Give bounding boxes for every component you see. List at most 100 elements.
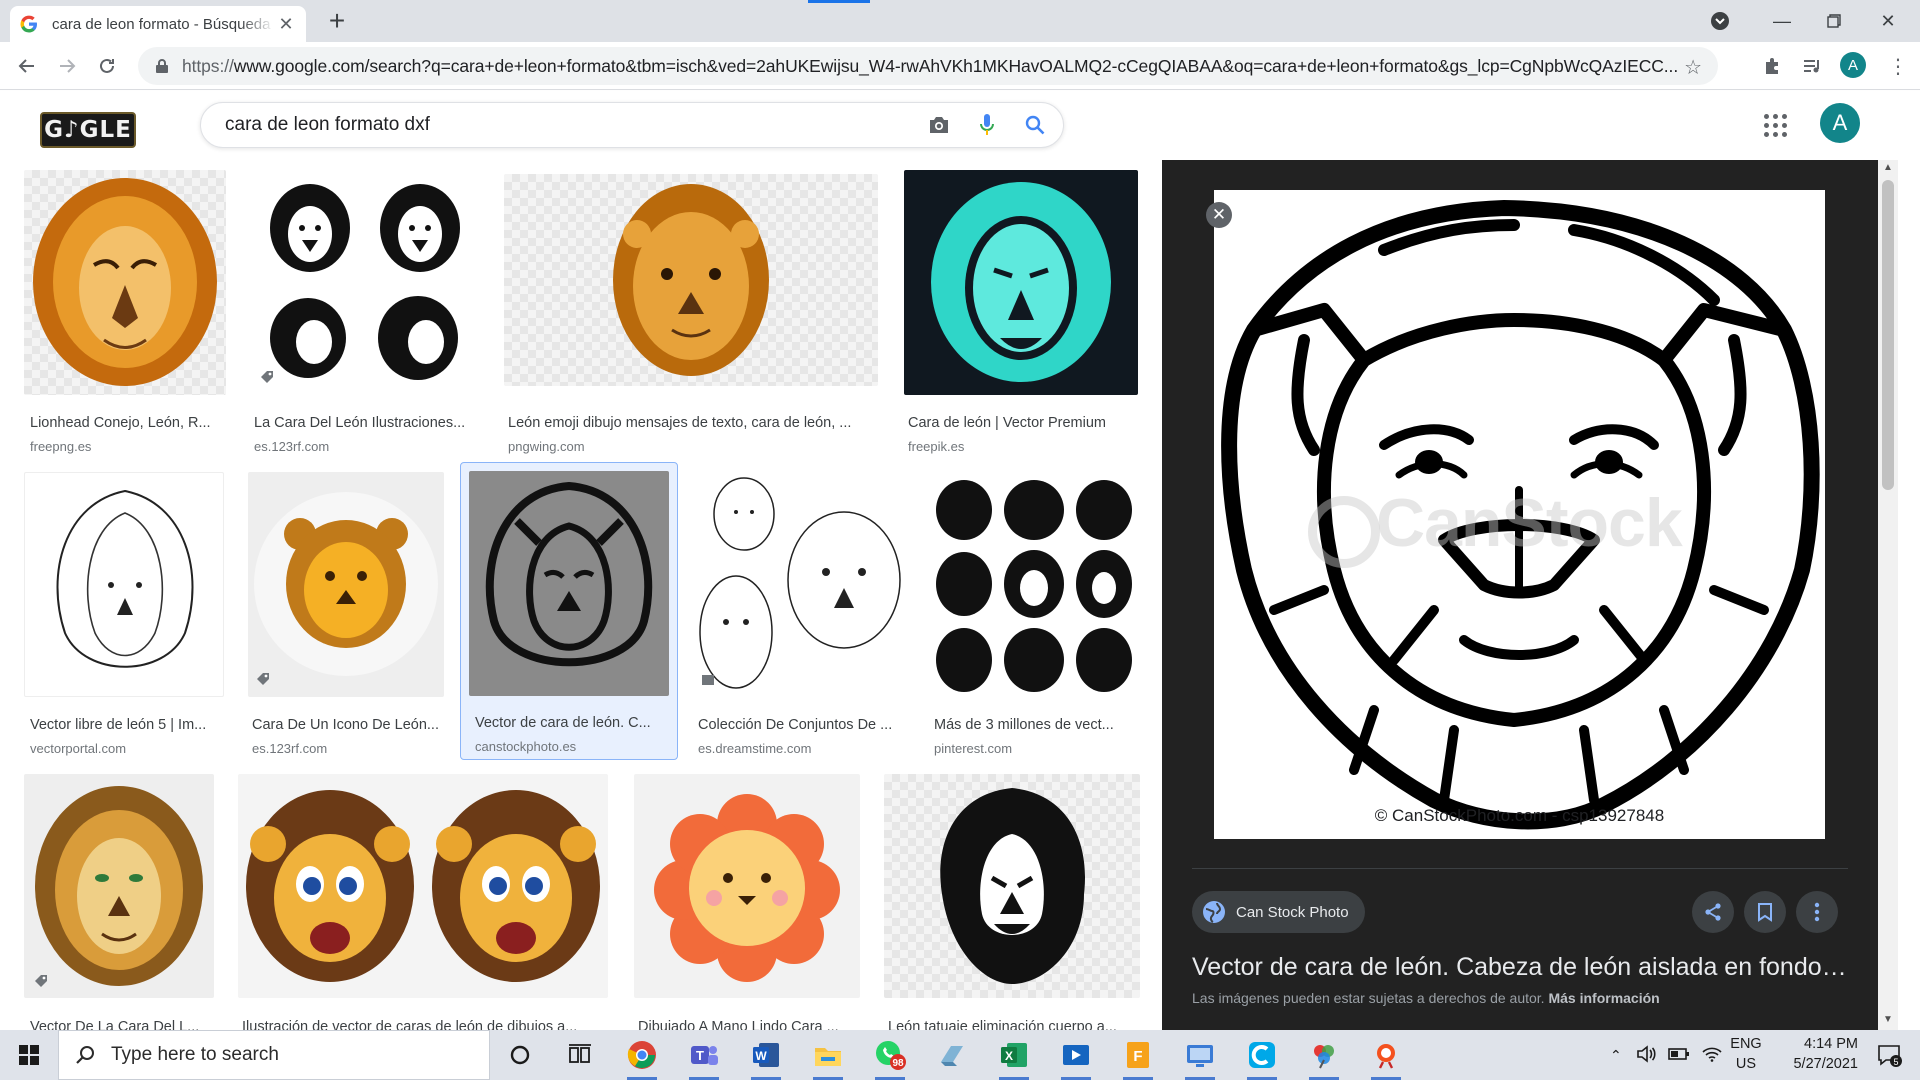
chrome-profile-avatar[interactable]: A xyxy=(1840,52,1866,78)
result-thumbnail[interactable] xyxy=(930,472,1138,697)
google-apps-icon[interactable] xyxy=(1762,112,1788,138)
result-title[interactable]: Ilustración de vector de caras de león d… xyxy=(242,1019,606,1030)
result-source[interactable]: pngwing.com xyxy=(508,439,585,454)
ccleaner-taskbar-icon[interactable] xyxy=(1245,1038,1279,1080)
result-thumbnail[interactable] xyxy=(24,170,226,395)
language-indicator[interactable]: ENG US xyxy=(1726,1034,1766,1074)
result-thumbnail[interactable] xyxy=(504,174,878,386)
new-tab-button[interactable]: + xyxy=(322,7,352,38)
result-source[interactable]: freepng.es xyxy=(30,439,91,454)
lock-icon[interactable] xyxy=(152,56,172,76)
cortana-icon[interactable] xyxy=(503,1038,537,1072)
result-source[interactable]: es.123rf.com xyxy=(252,741,327,756)
restore-icon[interactable] xyxy=(1816,8,1852,34)
google-account-avatar[interactable]: A xyxy=(1820,103,1860,143)
bookmark-star-icon[interactable]: ☆ xyxy=(1684,55,1702,80)
paint-app-taskbar-icon[interactable] xyxy=(1307,1038,1341,1080)
tab-close-icon[interactable]: ✕ xyxy=(276,14,296,35)
media-control-icon[interactable] xyxy=(1798,52,1826,80)
result-thumbnail[interactable] xyxy=(469,471,669,696)
result-source[interactable]: canstockphoto.es xyxy=(475,739,576,754)
result-title[interactable]: Vector libre de león 5 | Im... xyxy=(30,717,220,733)
result-thumbnail[interactable] xyxy=(24,774,214,998)
result-card[interactable]: León tatuaje eliminación cuerpo a... xyxy=(882,774,1140,1030)
result-thumbnail[interactable] xyxy=(238,774,608,998)
preview-image[interactable]: CanStock © CanStockPhoto.com - csp139278… xyxy=(1214,190,1825,839)
search-icon[interactable] xyxy=(1015,105,1055,145)
address-bar[interactable]: https://www.google.com/search?q=cara+de+… xyxy=(138,47,1718,85)
result-card[interactable]: León emoji dibujo mensajes de texto, car… xyxy=(502,170,880,460)
result-title[interactable]: Cara de león | Vector Premium xyxy=(908,415,1134,431)
browser-tab[interactable]: cara de leon formato - Búsqueda de Googl… xyxy=(10,6,306,42)
result-title[interactable]: Cara De Un Icono De León... xyxy=(252,717,442,733)
forward-icon[interactable] xyxy=(52,51,82,81)
result-source[interactable]: vectorportal.com xyxy=(30,741,126,756)
tray-chevron-icon[interactable]: ⌃ xyxy=(1610,1047,1622,1064)
close-preview-icon[interactable]: ✕ xyxy=(1206,202,1232,228)
result-card[interactable]: La Cara Del León Ilustraciones... es.123… xyxy=(248,170,480,460)
volume-icon[interactable] xyxy=(1636,1044,1656,1066)
clock[interactable]: 4:14 PM 5/27/2021 xyxy=(1768,1034,1858,1074)
paint-tool-taskbar-icon[interactable] xyxy=(1369,1038,1403,1080)
file-explorer-taskbar-icon[interactable] xyxy=(811,1038,845,1080)
result-source[interactable]: pinterest.com xyxy=(934,741,1012,756)
result-source[interactable]: es.dreamstime.com xyxy=(698,741,811,756)
notifications-icon[interactable]: 5 xyxy=(1872,1038,1906,1072)
result-card[interactable]: Lionhead Conejo, León, R... freepng.es xyxy=(24,170,226,460)
teams-taskbar-icon[interactable]: T xyxy=(687,1038,721,1080)
scroll-thumb[interactable] xyxy=(1882,180,1894,490)
wifi-icon[interactable] xyxy=(1702,1046,1722,1065)
back-icon[interactable] xyxy=(12,51,42,81)
share-button[interactable] xyxy=(1692,891,1734,933)
battery-icon[interactable] xyxy=(1667,1047,1690,1064)
result-title[interactable]: Más de 3 millones de vect... xyxy=(934,717,1134,733)
result-thumbnail[interactable] xyxy=(884,774,1140,998)
result-thumbnail[interactable] xyxy=(694,472,904,697)
more-options-button[interactable] xyxy=(1796,891,1838,933)
scroll-up-icon[interactable]: ▲ xyxy=(1882,162,1894,176)
result-thumbnail[interactable] xyxy=(904,170,1138,395)
more-info-link[interactable]: Más información xyxy=(1548,990,1659,1006)
search-box[interactable]: cara de leon formato dxf xyxy=(200,102,1064,148)
chrome-menu-icon[interactable]: ⋮ xyxy=(1884,52,1912,80)
close-window-icon[interactable]: ✕ xyxy=(1870,8,1906,34)
result-card[interactable]: Colección De Conjuntos De ... es.dreamst… xyxy=(692,472,904,762)
scroll-down-icon[interactable]: ▼ xyxy=(1882,1014,1894,1028)
windows-start-icon[interactable] xyxy=(0,1030,58,1080)
result-title[interactable]: León emoji dibujo mensajes de texto, car… xyxy=(508,415,874,431)
result-title[interactable]: Colección De Conjuntos De ... xyxy=(698,717,902,733)
microphone-icon[interactable] xyxy=(967,105,1007,145)
result-thumbnail[interactable] xyxy=(634,774,860,998)
remote-desktop-taskbar-icon[interactable] xyxy=(1183,1038,1217,1080)
search-input[interactable]: cara de leon formato dxf xyxy=(225,114,919,136)
result-card[interactable]: Cara de león | Vector Premium freepik.es xyxy=(902,170,1138,460)
chrome-taskbar-icon[interactable] xyxy=(625,1038,659,1080)
result-thumbnail[interactable] xyxy=(248,472,444,697)
result-title[interactable]: León tatuaje eliminación cuerpo a... xyxy=(888,1019,1138,1030)
result-card[interactable]: Vector De La Cara Del L... xyxy=(24,774,214,1030)
result-title[interactable]: La Cara Del León Ilustraciones... xyxy=(254,415,476,431)
result-thumbnail[interactable] xyxy=(24,472,224,697)
reader-taskbar-icon[interactable]: F xyxy=(1121,1038,1155,1080)
excel-taskbar-icon[interactable]: X xyxy=(997,1038,1031,1080)
preview-title[interactable]: Vector de cara de león. Cabeza de león a… xyxy=(1192,953,1852,982)
page-scrollbar[interactable]: ▲ ▼ xyxy=(1878,160,1898,1030)
result-source[interactable]: es.123rf.com xyxy=(254,439,329,454)
app-taskbar-icon[interactable] xyxy=(935,1038,969,1072)
result-card[interactable]: Más de 3 millones de vect... pinterest.c… xyxy=(928,472,1138,762)
save-button[interactable] xyxy=(1744,891,1786,933)
result-card[interactable]: Dibujado A Mano Lindo Cara ... xyxy=(632,774,860,1030)
media-player-taskbar-icon[interactable] xyxy=(1059,1038,1093,1080)
result-thumbnail[interactable] xyxy=(250,170,478,395)
taskbar-search-box[interactable]: Type here to search xyxy=(58,1030,490,1080)
result-title[interactable]: Vector De La Cara Del L... xyxy=(30,1019,210,1030)
result-card-selected[interactable]: Vector de cara de león. C... canstockpho… xyxy=(460,462,678,760)
camera-search-icon[interactable] xyxy=(919,105,959,145)
extensions-puzzle-icon[interactable] xyxy=(1758,52,1786,80)
result-title[interactable]: Vector de cara de león. C... xyxy=(475,715,671,731)
result-card[interactable]: Cara De Un Icono De León... es.123rf.com xyxy=(246,472,446,762)
google-doodle-logo[interactable]: G♪GLE xyxy=(40,112,136,148)
task-view-icon[interactable] xyxy=(563,1038,597,1072)
word-taskbar-icon[interactable]: W xyxy=(749,1038,783,1080)
result-title[interactable]: Dibujado A Mano Lindo Cara ... xyxy=(638,1019,858,1030)
